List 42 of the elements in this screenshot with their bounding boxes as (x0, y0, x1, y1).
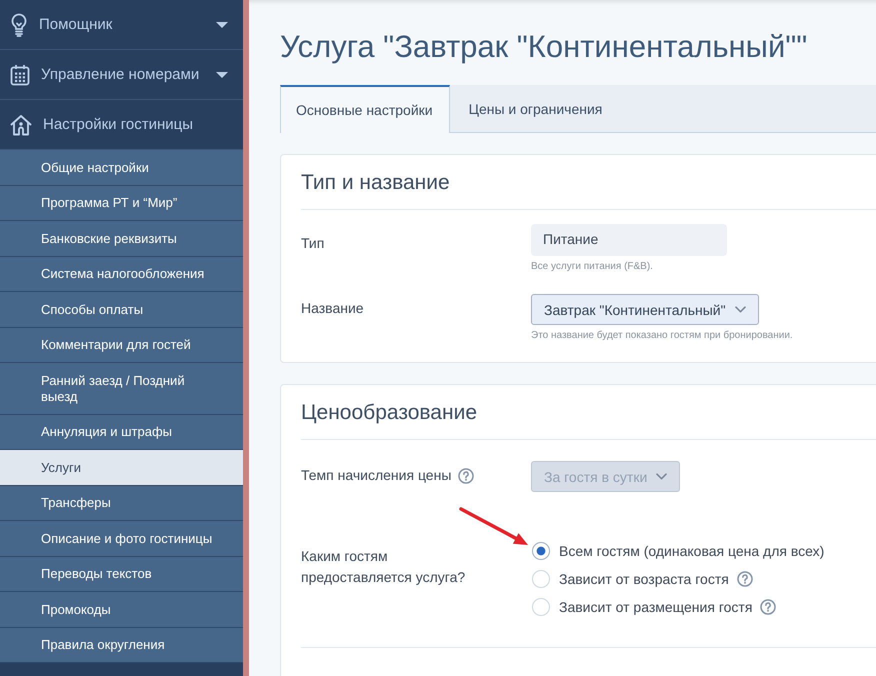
submenu-item[interactable]: Программа РТ и “Мир” (0, 186, 243, 221)
section-title: Ценообразование (301, 401, 478, 425)
submenu-item[interactable]: Услуги (0, 450, 243, 486)
submenu-item[interactable]: Банковские реквизиты (0, 221, 243, 256)
caret-down-icon (216, 22, 228, 28)
submenu-item[interactable]: Правила округления (0, 628, 243, 663)
nav-menu-item[interactable]: Помощник (0, 0, 243, 50)
tab[interactable]: Основные настройки (280, 85, 450, 133)
chevron-down-icon (734, 306, 746, 313)
radio-button[interactable] (532, 542, 550, 560)
hint-text: Это название будет показано гостям при бронировании. (531, 330, 793, 342)
submenu-item[interactable]: Аннуляция и штрафы (0, 414, 243, 450)
submenu-item[interactable]: Промокоды (0, 592, 243, 628)
page-title: Услуга "Завтрак "Континентальный"" (280, 28, 808, 65)
option-label[interactable]: Зависит от возраста гостя (559, 571, 729, 587)
chevron-down-icon (656, 473, 668, 480)
option-label[interactable]: Всем гостям (одинаковая цена для всех) (559, 543, 824, 559)
caret-down-icon (216, 72, 228, 78)
readonly-field: Питание (531, 224, 727, 256)
submenu-item[interactable]: Общие настройки (0, 150, 243, 186)
radio-button[interactable] (532, 570, 550, 588)
nav-menu-item[interactable]: Управление номерами (0, 50, 243, 100)
calendar-icon (10, 64, 30, 86)
section-title: Тип и название (301, 171, 451, 195)
submenu-item[interactable]: Способы оплаты (0, 292, 243, 328)
field-label: Темп начисления цены (301, 467, 452, 484)
tab[interactable]: Цены и ограничения (450, 85, 622, 132)
field-label: Каким гостям предоставляется услуга? (301, 547, 466, 587)
option-label[interactable]: Зависит от размещения гостя (559, 599, 752, 615)
field-label: Название (301, 300, 364, 317)
submenu-item[interactable]: Описание и фото гостиницы (0, 521, 243, 556)
house-icon (10, 114, 32, 136)
submenu-item[interactable]: Трансферы (0, 486, 243, 521)
submenu-item[interactable]: Переводы текстов (0, 556, 243, 592)
submenu-item[interactable]: Система налогообложения (0, 256, 243, 292)
field-label: Тип (301, 235, 324, 252)
lightbulb-icon (10, 12, 28, 36)
dropdown[interactable]: Завтрак "Континентальный" (531, 294, 759, 325)
hint-text: Все услуги питания (F&B). (531, 261, 653, 273)
submenu-item[interactable]: Ранний заезд / Поздний выезд (0, 363, 243, 414)
submenu-item[interactable]: Комментарии для гостей (0, 328, 243, 363)
radio-button[interactable] (532, 598, 550, 616)
